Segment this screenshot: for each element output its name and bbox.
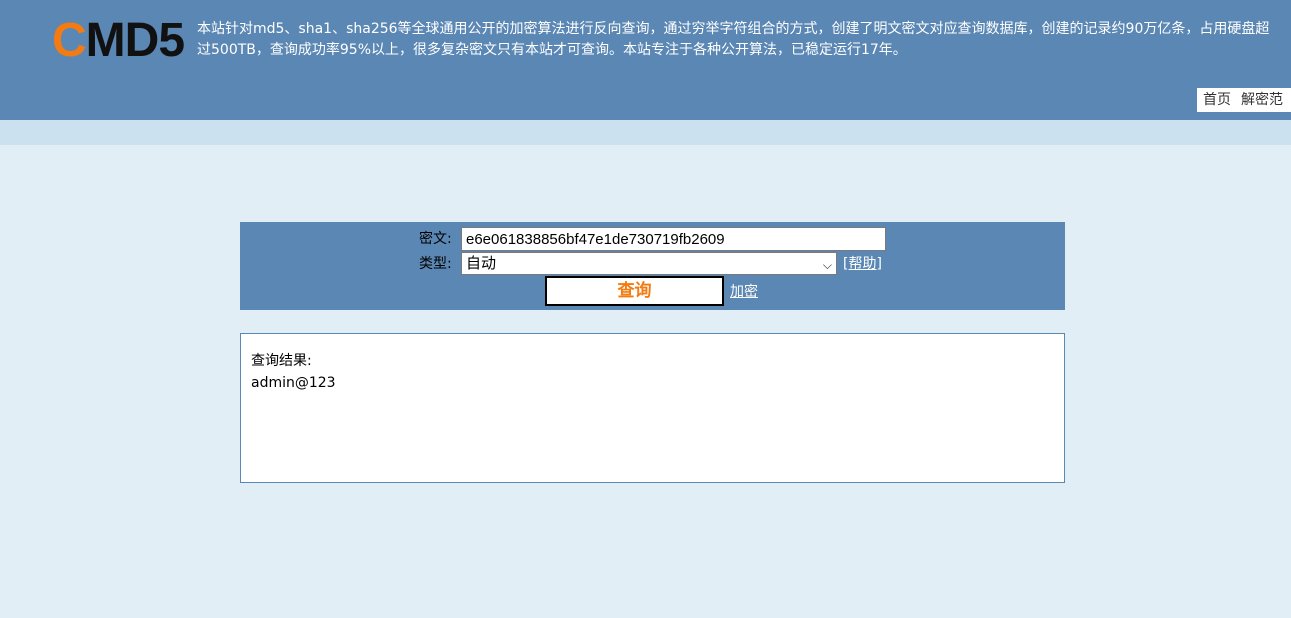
logo-letters-md5: MD5	[85, 14, 185, 67]
nav-decrypt-examples-link[interactable]: 解密范	[1241, 92, 1283, 108]
help-link[interactable]: [帮助]	[843, 255, 882, 273]
query-button[interactable]: 查询	[545, 276, 724, 306]
chevron-down-icon: ⌵	[822, 258, 832, 272]
site-header: CMD5 本站针对md5、sha1、sha256等全球通用公开的加密算法进行反向…	[0, 0, 1291, 120]
result-value: admin@123	[251, 375, 336, 391]
sub-header-bar	[0, 120, 1291, 145]
result-panel: 查询结果: admin@123	[240, 333, 1065, 483]
result-label: 查询结果:	[251, 353, 312, 369]
encrypt-link[interactable]: 加密	[730, 283, 758, 301]
site-logo[interactable]: CMD5	[52, 17, 185, 65]
cipher-label: 密文:	[419, 231, 452, 247]
top-nav: 首页 解密范	[1197, 88, 1291, 112]
type-select[interactable]: 自动 ⌵	[461, 252, 837, 275]
type-label: 类型:	[419, 256, 452, 272]
type-selected-value: 自动	[466, 254, 497, 272]
site-intro-text: 本站针对md5、sha1、sha256等全球通用公开的加密算法进行反向查询，通过…	[197, 21, 1270, 58]
nav-home-link[interactable]: 首页	[1203, 92, 1231, 108]
query-panel: 密文: 类型: 自动 ⌵ [帮助] 查询 加密	[240, 222, 1065, 310]
cipher-input[interactable]	[461, 227, 886, 251]
logo-letter-c: C	[52, 14, 87, 67]
